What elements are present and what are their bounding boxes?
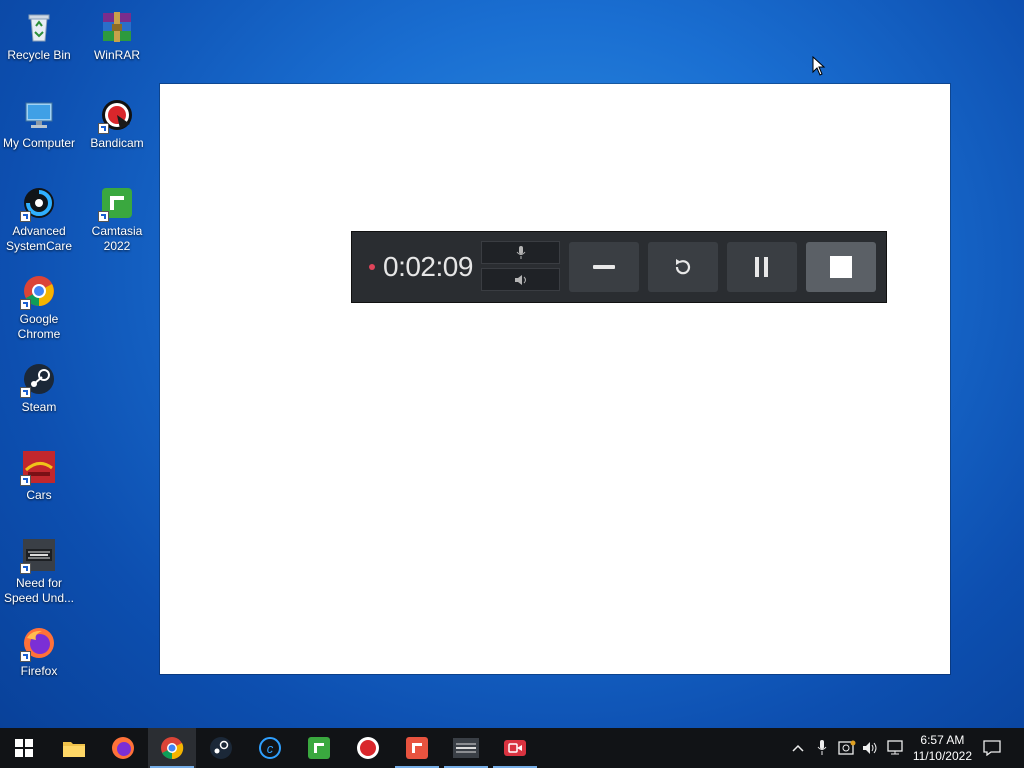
- taskbar-camtasia-recorder[interactable]: [393, 728, 441, 768]
- desktop-icon-label: Bandicam: [90, 136, 144, 150]
- advanced-systemcare-icon: c: [259, 737, 281, 759]
- desktop-icon-label: Recycle Bin: [7, 48, 71, 62]
- advanced-systemcare-icon: [20, 186, 56, 222]
- minimize-button[interactable]: [569, 242, 639, 292]
- network-icon: [887, 740, 903, 755]
- taskbar-camtasia[interactable]: [295, 728, 343, 768]
- desktop-icon-recycle-bin[interactable]: Recycle Bin: [0, 4, 78, 63]
- windows-start-icon: [15, 739, 33, 757]
- desktop-icon-advanced-systemcare[interactable]: Advanced SystemCare: [0, 180, 78, 254]
- restart-button[interactable]: [648, 242, 718, 292]
- taskbar-need-for-speed[interactable]: [442, 728, 490, 768]
- desktop-icon-label: Cars: [26, 488, 52, 502]
- action-center-button[interactable]: [980, 728, 1004, 768]
- desktop-icon-firefox[interactable]: Firefox: [0, 620, 78, 679]
- start-button[interactable]: [0, 728, 48, 768]
- minimize-icon: [593, 265, 615, 269]
- desktop-icon-bandicam[interactable]: Bandicam: [78, 92, 156, 151]
- desktop-icon-label: Advanced SystemCare: [5, 224, 73, 253]
- desktop-icon-steam[interactable]: Steam: [0, 356, 78, 415]
- desktop-icon-label: WinRAR: [93, 48, 140, 62]
- desktop-icon-label: Firefox: [20, 664, 58, 678]
- desktop-icon-label: Google Chrome: [17, 312, 61, 341]
- shortcut-arrow-icon: [20, 475, 31, 486]
- firefox-icon: [20, 626, 56, 662]
- recycle-bin-icon: [22, 10, 56, 44]
- tray-recorder-status[interactable]: [836, 728, 858, 768]
- winrar-icon: [100, 10, 134, 44]
- nfs-icon: [20, 538, 56, 574]
- taskbar-firefox[interactable]: [99, 728, 147, 768]
- recorder-tray-icon: [838, 740, 856, 755]
- taskbar-steam[interactable]: [197, 728, 245, 768]
- stop-icon: [830, 256, 852, 278]
- shortcut-arrow-icon: [98, 123, 109, 134]
- tray-volume[interactable]: [860, 728, 882, 768]
- desktop-icon-my-computer[interactable]: My Computer: [0, 92, 78, 151]
- desktop-icon-label: Need for Speed Und...: [3, 576, 75, 605]
- shortcut-arrow-icon: [20, 387, 31, 398]
- speaker-icon: [514, 274, 526, 285]
- microphone-toggle[interactable]: [481, 241, 560, 264]
- cars-icon: [20, 450, 56, 486]
- tray-microphone[interactable]: [812, 728, 832, 768]
- desktop-icon-label: Steam: [21, 400, 57, 414]
- recording-indicator-icon: [369, 264, 375, 270]
- steam-icon: [20, 362, 56, 398]
- taskbar-camtasia-rec[interactable]: [491, 728, 539, 768]
- show-hidden-icons-button[interactable]: [788, 728, 808, 768]
- clock-time: 6:57 AM: [920, 733, 965, 747]
- desktop-icon-label: Camtasia 2022: [91, 224, 143, 253]
- taskbar-chrome[interactable]: [148, 728, 196, 768]
- volume-icon: [863, 742, 877, 754]
- camtasia-icon: [308, 737, 330, 759]
- camtasia-rec-icon: [504, 740, 526, 756]
- restart-icon: [675, 259, 691, 275]
- desktop-icon-camtasia[interactable]: Camtasia 2022: [78, 180, 156, 254]
- desktop-icon-google-chrome[interactable]: Google Chrome: [0, 268, 78, 342]
- pause-button[interactable]: [727, 242, 797, 292]
- firefox-icon: [112, 737, 134, 759]
- taskbar-file-explorer[interactable]: [50, 728, 98, 768]
- desktop-icon-label: My Computer: [2, 136, 76, 150]
- taskbar-clock[interactable]: 6:57 AM 11/10/2022: [913, 732, 972, 764]
- stop-button[interactable]: [806, 242, 876, 292]
- chrome-icon: [20, 274, 56, 310]
- shortcut-arrow-icon: [20, 211, 31, 222]
- chevron-up-icon: [792, 744, 804, 752]
- notification-icon: [983, 740, 1001, 756]
- bandicam-icon: [98, 98, 134, 134]
- bandicam-icon: [357, 737, 379, 759]
- taskbar-bandicam[interactable]: [344, 728, 392, 768]
- shortcut-arrow-icon: [20, 563, 31, 574]
- tray-network[interactable]: [884, 728, 906, 768]
- shortcut-arrow-icon: [98, 211, 109, 222]
- shortcut-arrow-icon: [20, 299, 31, 310]
- desktop-icon-cars[interactable]: Cars: [0, 444, 78, 503]
- clock-date: 11/10/2022: [912, 749, 972, 763]
- recording-timer: 0:02:09: [383, 251, 473, 282]
- svg-text:c: c: [267, 741, 274, 756]
- microphone-icon: [516, 245, 525, 259]
- system-audio-toggle[interactable]: [481, 268, 560, 291]
- camtasia-recorder-icon: [406, 737, 428, 759]
- desktop-icon-winrar[interactable]: WinRAR: [78, 4, 156, 63]
- file-explorer-icon: [63, 742, 85, 757]
- steam-icon: [210, 737, 232, 759]
- pause-icon: [755, 257, 768, 277]
- chrome-icon: [161, 737, 184, 760]
- shortcut-arrow-icon: [20, 651, 31, 662]
- desktop-icon-need-for-speed[interactable]: Need for Speed Und...: [0, 532, 78, 606]
- taskbar-advanced-systemcare[interactable]: c: [246, 728, 294, 768]
- mouse-cursor-icon: [812, 56, 826, 76]
- microphone-icon: [817, 740, 827, 755]
- taskbar: c 6:57 AM 11/10/2022: [0, 728, 1024, 768]
- computer-icon: [22, 98, 56, 132]
- recording-toolbar[interactable]: 0:02:09: [352, 232, 886, 302]
- blank-window[interactable]: [160, 84, 950, 674]
- nfs-icon: [453, 738, 479, 758]
- camtasia-icon: [98, 186, 134, 222]
